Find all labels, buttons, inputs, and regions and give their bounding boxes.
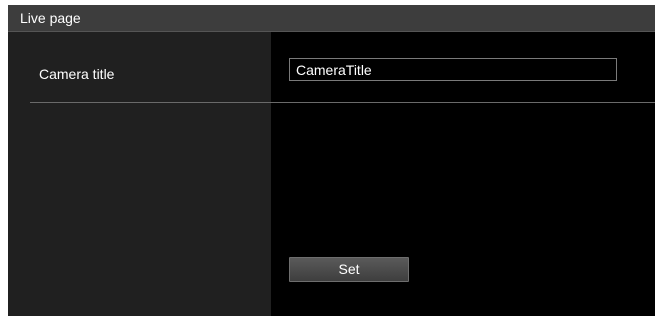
row-divider	[30, 102, 655, 103]
section-title: Live page	[20, 10, 81, 26]
camera-title-label: Camera title	[39, 66, 115, 82]
section-header: Live page	[8, 5, 655, 32]
camera-title-input[interactable]	[289, 58, 617, 81]
set-button[interactable]: Set	[289, 257, 409, 282]
live-page-panel: Live page Camera title Set	[8, 5, 655, 316]
